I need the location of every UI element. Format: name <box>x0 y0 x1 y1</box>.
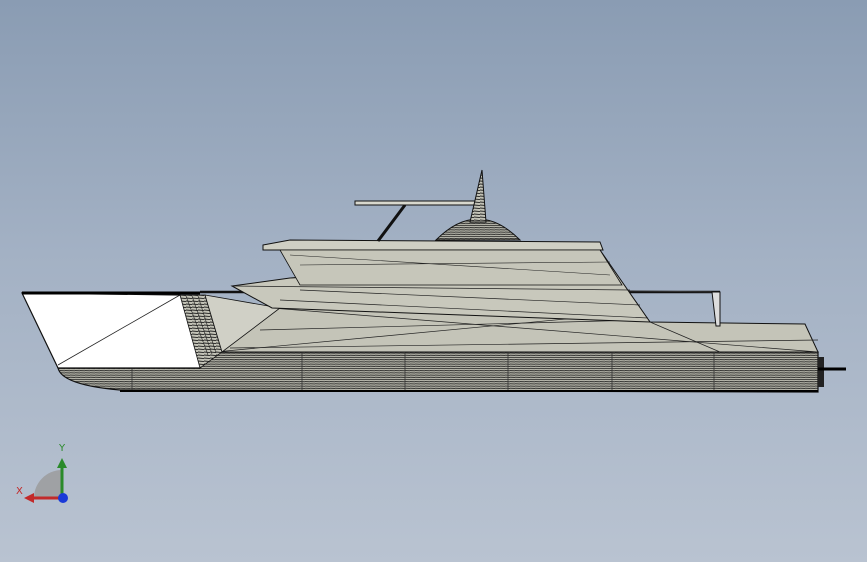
x-axis-label: X <box>16 486 23 497</box>
stern-shaft <box>818 357 846 387</box>
y-axis-label: Y <box>59 443 66 454</box>
upper-deck <box>262 239 623 286</box>
yacht-3d-model[interactable] <box>0 0 867 562</box>
graphics-viewport[interactable]: Y X <box>0 0 867 562</box>
